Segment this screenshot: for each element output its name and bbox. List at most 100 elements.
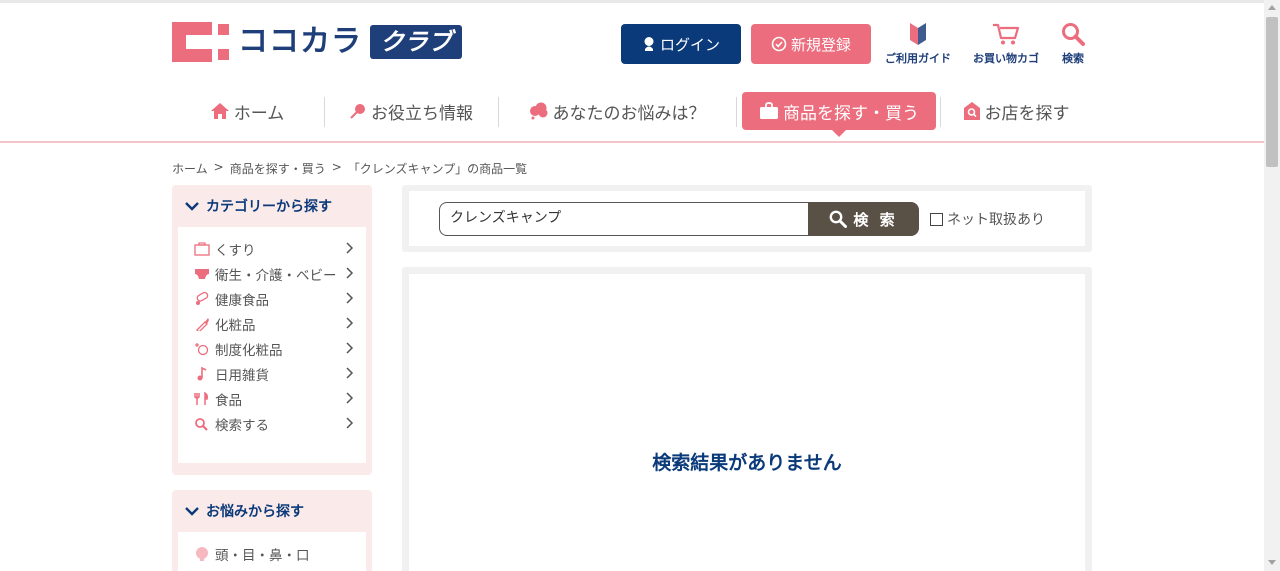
chevron-right-icon [346,342,354,354]
search-icon [1062,23,1085,46]
cart-icon [993,23,1020,45]
chevron-right-icon [346,267,354,279]
cart-label: お買い物カゴ [973,52,1039,65]
search-button[interactable]: 検 索 [808,202,919,236]
category-list: くすり 衛生・介護・ベビー 健康食品 化粧品 制度化粧品 日用雑貨 食品 検索す… [178,227,366,463]
note-icon [194,366,210,382]
search-icon [829,210,848,228]
nav-concerns-label: あなたのお悩みは？ [552,103,706,124]
category-item-health-food[interactable]: 健康食品 [178,286,366,311]
category-label: 制度化粧品 [215,342,283,359]
lipstick-icon [194,316,210,332]
concern-item-head[interactable]: 頭・目・鼻・口 [178,541,366,566]
fork-icon [194,391,210,407]
chevron-right-icon [346,417,354,429]
search-button-label: 検 索 [853,210,898,229]
home-icon [210,103,229,119]
concern-header[interactable]: お悩みから探す [172,490,372,532]
store-icon [963,102,980,120]
category-item-search[interactable]: 検索する [178,411,366,436]
category-label: くすり [215,242,256,259]
category-item-system-cosmetics[interactable]: 制度化粧品 [178,336,366,361]
search-panel: クレンズキャンプ 検 索 ネット取扱あり [402,185,1092,252]
login-button[interactable]: ログイン [621,24,741,64]
nav-home-label: ホーム [233,103,285,124]
concern-title: お悩みから探す [206,504,304,520]
register-label: 新規登録 [790,35,851,54]
pin-icon [350,104,365,119]
no-result-message: 検索結果がありません [652,452,842,474]
checkbox-box[interactable] [930,212,943,226]
nav-home[interactable]: ホーム [172,92,322,130]
head-icon [194,546,210,562]
concern-panel: お悩みから探す 頭・目・鼻・口 [172,490,372,571]
nav-info-label: お役立ち情報 [371,103,473,124]
chevron-right-icon [346,317,354,329]
guide-label: ご利用ガイド [885,52,951,65]
sparkle-icon [194,341,210,357]
header-search-link[interactable]: 検索 [1061,22,1085,66]
diaper-icon [194,266,210,282]
user-icon [644,37,654,51]
category-label: 化粧品 [215,317,256,334]
nav-products-label: 商品を探す・買う [783,103,919,124]
search-panel-inner: クレンズキャンプ 検 索 ネット取扱あり [409,191,1085,246]
breadcrumb-products[interactable]: 商品を探す・買う [230,160,326,177]
chevron-right-icon [346,292,354,304]
site-logo[interactable]: ココカラ クラブ [172,22,462,62]
nav-concerns[interactable]: あなたのお悩みは？ [499,92,735,130]
guide-link[interactable]: ご利用ガイド [885,22,951,66]
chevron-down-icon [185,507,199,516]
page-scrollbar[interactable] [1264,0,1280,571]
category-label: 日用雑貨 [215,367,269,384]
breadcrumb-separator: > [213,160,224,174]
chevron-down-icon [185,202,199,211]
search-input[interactable]: クレンズキャンプ [439,202,811,236]
breadcrumb-home[interactable]: ホーム [172,160,208,177]
nav-divider [940,97,941,127]
register-button[interactable]: 新規登録 [751,24,871,64]
active-indicator [832,130,846,137]
category-item-cosmetics[interactable]: 化粧品 [178,311,366,336]
nav-underline [0,141,1264,143]
top-border [0,0,1264,3]
breadcrumb-separator: > [331,160,342,174]
bag-icon [760,102,778,119]
result-panel-inner: 検索結果がありません [409,274,1085,571]
net-available-checkbox[interactable]: ネット取扱あり [930,209,1045,229]
nav-store[interactable]: お店を探す [942,92,1090,130]
category-item-hygiene[interactable]: 衛生・介護・ベビー [178,261,366,286]
category-title: カテゴリーから探す [206,199,332,215]
header-search-label: 検索 [1062,52,1084,65]
category-item-food[interactable]: 食品 [178,386,366,411]
nav-info[interactable]: お役立ち情報 [325,92,497,130]
concern-list: 頭・目・鼻・口 [178,532,366,571]
category-item-daily-goods[interactable]: 日用雑貨 [178,361,366,386]
cart-link[interactable]: お買い物カゴ [973,22,1039,66]
category-label: 衛生・介護・ベビー [215,267,337,284]
nav-divider [736,97,737,127]
search-icon [194,416,210,432]
logo-text: ココカラ [238,24,362,59]
cloud-icon [529,102,547,120]
logo-mark-icon [172,22,230,62]
category-label: 検索する [215,417,269,434]
nav-store-label: お店を探す [984,103,1070,124]
chevron-right-icon [346,367,354,379]
scrollbar-thumb[interactable] [1266,17,1278,167]
beginner-mark-icon [910,23,926,45]
category-label: 食品 [215,392,242,409]
category-header[interactable]: カテゴリーから探す [172,185,372,227]
category-item-medicine[interactable]: くすり [178,236,366,261]
nav-products[interactable]: 商品を探す・買う [742,92,936,137]
login-label: ログイン [659,35,720,54]
category-panel: カテゴリーから探す くすり 衛生・介護・ベビー 健康食品 化粧品 制度化粧品 日… [172,185,372,475]
breadcrumb-current: 「クレンズキャンプ」の商品一覧 [347,162,528,176]
chevron-right-icon [346,392,354,404]
breadcrumb: ホーム > 商品を探す・買う > 「クレンズキャンプ」の商品一覧 [172,160,527,177]
scroll-down-icon[interactable] [1268,560,1276,565]
scroll-up-icon[interactable] [1268,5,1276,10]
check-circle-icon [771,36,787,52]
global-nav: ホーム お役立ち情報 あなたのお悩みは？ 商品を探す・買う お店を探す [172,92,1090,137]
medicine-icon [194,241,210,257]
